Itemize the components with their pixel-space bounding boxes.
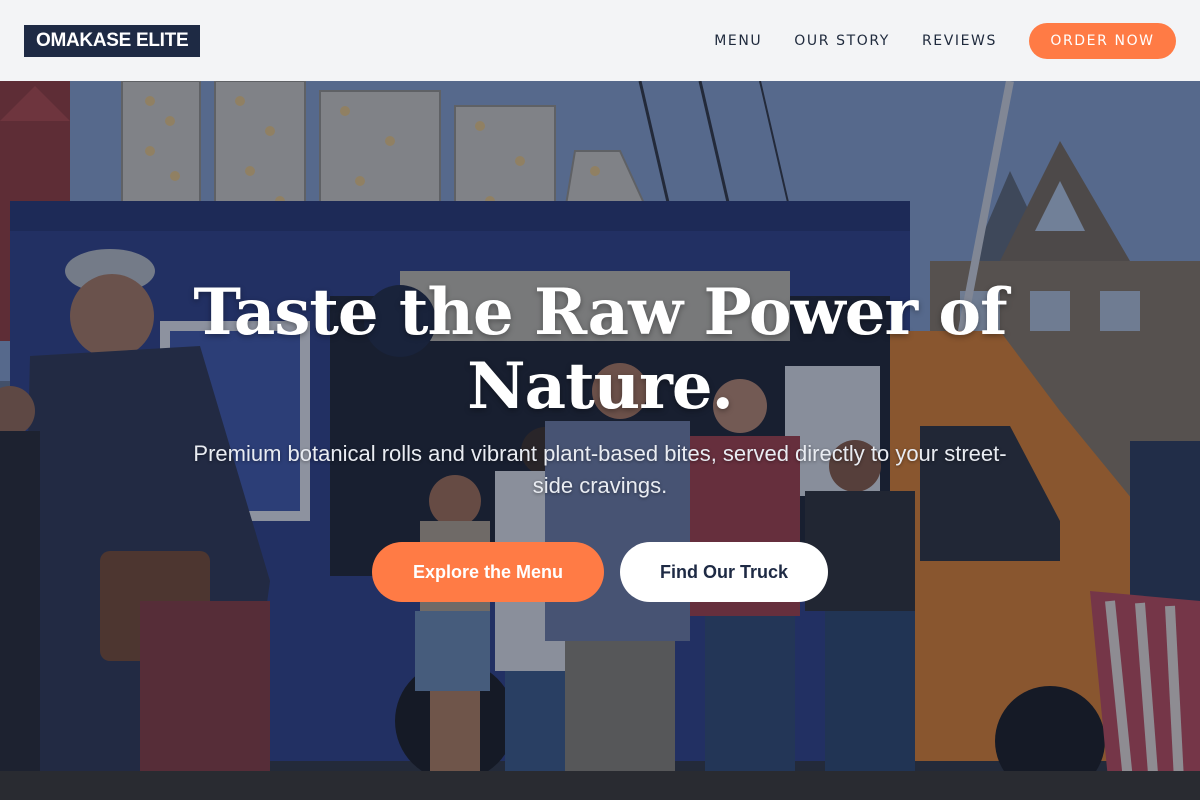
hero-cta-group: Explore the Menu Find Our Truck	[372, 542, 828, 602]
main-nav: MENU OUR STORY REVIEWS ORDER NOW	[714, 22, 1176, 59]
find-truck-button[interactable]: Find Our Truck	[620, 542, 828, 602]
hero-content: Taste the Raw Power of Nature. Premium b…	[0, 276, 1200, 602]
explore-menu-button[interactable]: Explore the Menu	[372, 542, 604, 602]
nav-link-reviews[interactable]: REVIEWS	[922, 33, 997, 49]
hero-subtitle: Premium botanical rolls and vibrant plan…	[193, 441, 1007, 498]
site-header: OMAKASE ELITE MENU OUR STORY REVIEWS ORD…	[0, 0, 1200, 81]
hero-section: Taste the Raw Power of Nature. Premium b…	[0, 81, 1200, 800]
hero-title: Taste the Raw Power of Nature.	[193, 275, 1007, 424]
nav-link-menu[interactable]: MENU	[714, 33, 762, 49]
brand-logo[interactable]: OMAKASE ELITE	[24, 24, 201, 57]
order-now-button[interactable]: ORDER NOW	[1029, 22, 1176, 59]
nav-link-our-story[interactable]: OUR STORY	[794, 33, 890, 49]
